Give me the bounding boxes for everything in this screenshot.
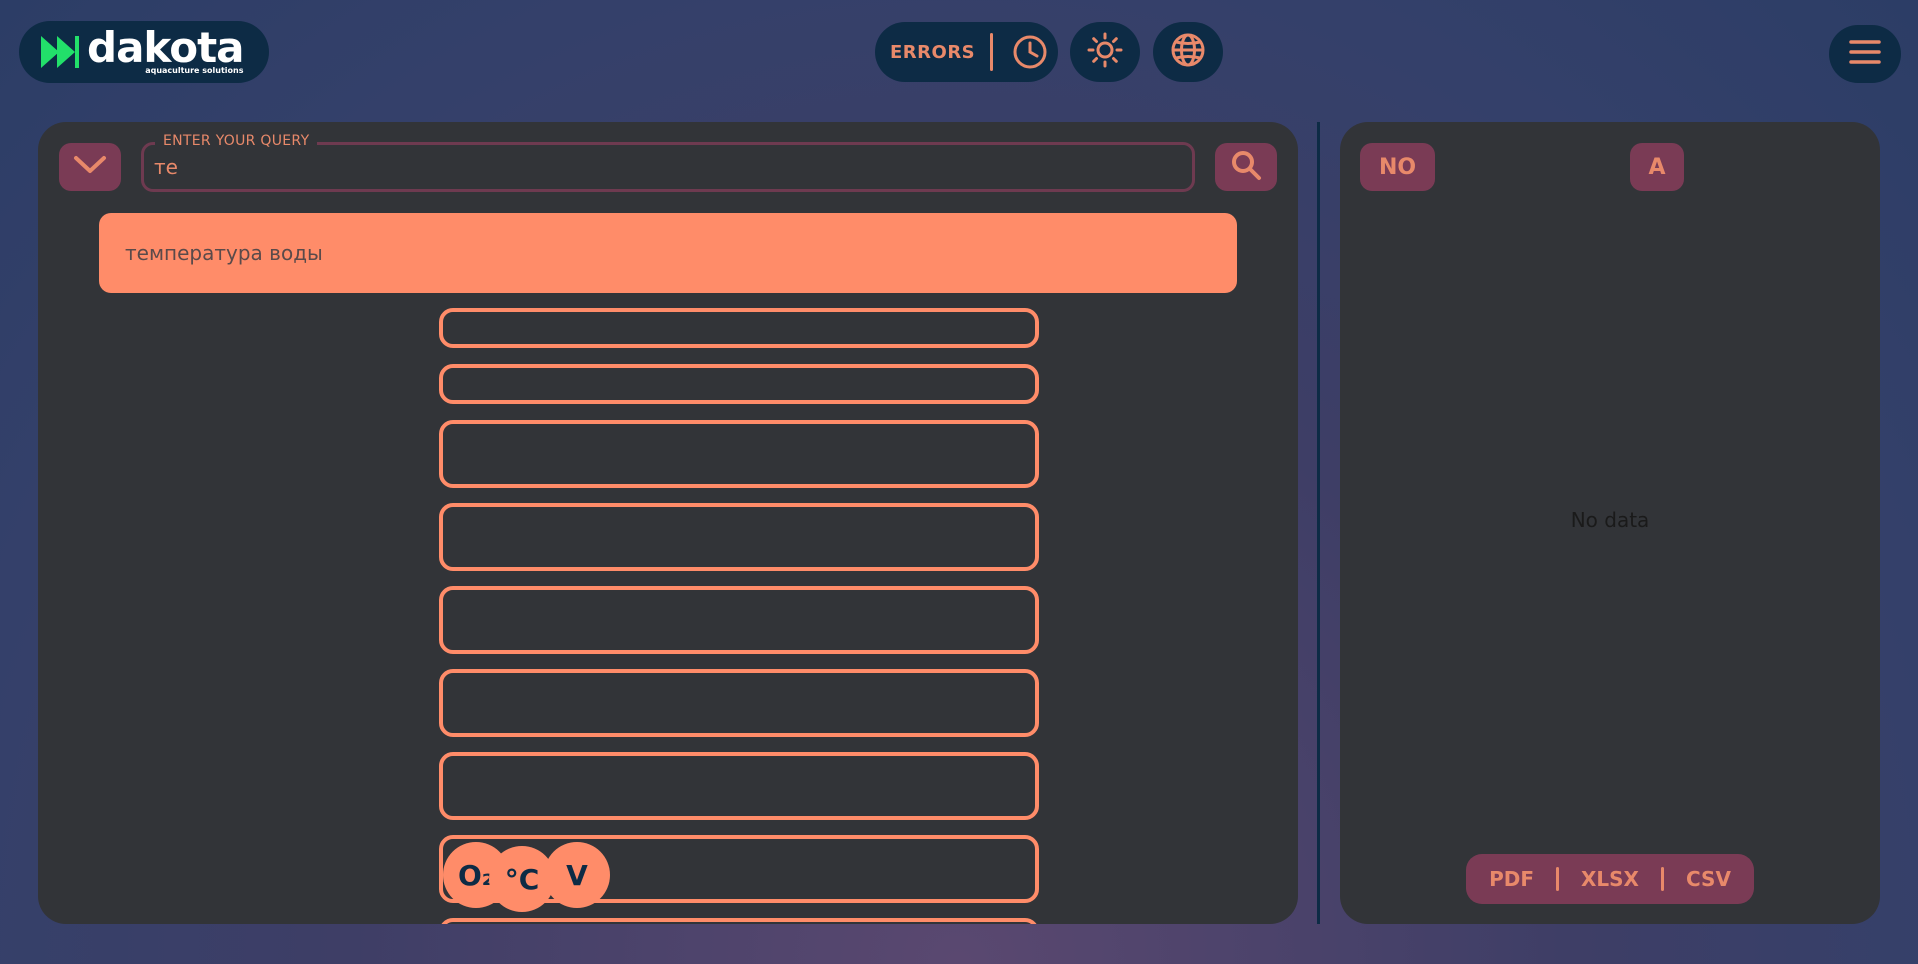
logo-tagline: aquaculture solutions <box>145 66 244 75</box>
logo-arrows-icon <box>41 34 81 70</box>
clock-icon[interactable] <box>1012 34 1048 70</box>
language-button[interactable] <box>1153 22 1223 82</box>
sun-icon <box>1087 32 1123 72</box>
search-icon <box>1230 149 1262 185</box>
parameter-slot[interactable] <box>439 586 1039 654</box>
sensor-group: O₂ °C V <box>443 842 623 914</box>
export-pdf-button[interactable]: PDF <box>1489 867 1534 891</box>
export-group: PDF XLSX CSV <box>1466 854 1754 904</box>
parameter-slot[interactable] <box>439 918 1039 924</box>
panel-divider[interactable] <box>1317 122 1320 924</box>
a-button[interactable]: A <box>1630 143 1684 191</box>
parameter-slot[interactable] <box>439 752 1039 820</box>
logo[interactable]: dakota aquaculture solutions <box>19 21 269 83</box>
menu-icon <box>1849 39 1881 69</box>
export-xlsx-button[interactable]: XLSX <box>1581 867 1639 891</box>
parameter-slot[interactable] <box>439 669 1039 737</box>
theme-toggle-button[interactable] <box>1070 22 1140 82</box>
parameter-slot[interactable] <box>439 503 1039 571</box>
query-field[interactable]: ENTER YOUR QUERY <box>141 133 1195 192</box>
parameter-slot[interactable] <box>439 364 1039 404</box>
chevron-down-icon <box>73 155 107 179</box>
no-data-message: No data <box>1570 508 1650 532</box>
search-button[interactable] <box>1215 143 1277 191</box>
export-csv-button[interactable]: CSV <box>1686 867 1731 891</box>
logo-brand: dakota <box>87 23 244 72</box>
parameter-slot[interactable] <box>439 308 1039 348</box>
errors-pill[interactable]: ERRORS <box>875 22 1058 82</box>
export-separator <box>1555 867 1559 891</box>
query-suggestion[interactable]: температура воды <box>99 213 1237 293</box>
parameter-slot[interactable] <box>439 420 1039 488</box>
globe-icon <box>1170 32 1206 72</box>
no-button[interactable]: NO <box>1360 143 1435 191</box>
query-panel: ENTER YOUR QUERY температура воды O₂ °C … <box>38 122 1298 924</box>
voltage-sensor-button[interactable]: V <box>544 842 610 908</box>
menu-button[interactable] <box>1829 25 1901 83</box>
collapse-button[interactable] <box>59 143 121 191</box>
results-panel: NO A No data PDF XLSX CSV <box>1340 122 1880 924</box>
errors-button[interactable]: ERRORS <box>890 42 975 63</box>
query-input[interactable] <box>154 145 1174 189</box>
errors-separator <box>990 33 994 71</box>
export-separator <box>1660 867 1664 891</box>
